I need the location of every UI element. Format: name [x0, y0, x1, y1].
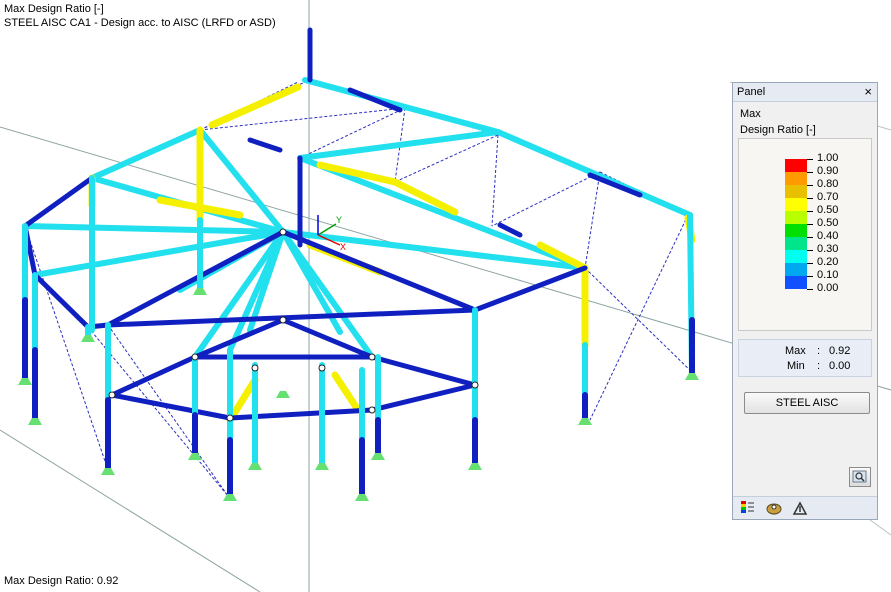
max-value: 0.92 [829, 345, 851, 357]
legend-tick [807, 185, 813, 186]
panel-title: Panel [737, 86, 766, 98]
steel-aisc-button[interactable]: STEEL AISC [744, 392, 870, 414]
legend-swatch [785, 159, 807, 172]
results-icon[interactable] [765, 500, 783, 516]
legend-value: 0.80 [817, 178, 839, 190]
legend-swatch [785, 211, 807, 224]
close-icon[interactable]: × [864, 84, 872, 99]
legend-swatch [785, 185, 807, 198]
legend-tick [807, 159, 813, 160]
legend-swatch [785, 250, 807, 263]
panel-label-design-ratio: Design Ratio [-] [740, 124, 816, 136]
control-panel[interactable]: Panel × Max Design Ratio [-] 1.00 0.90 0.8… [732, 82, 878, 520]
min-sep: : [817, 360, 821, 372]
legend-value: 0.50 [817, 204, 839, 216]
max-min-values: Max : 0.92 Min : 0.00 [738, 339, 872, 377]
legend-swatch [785, 276, 807, 289]
color-scale-icon[interactable] [739, 500, 757, 516]
legend-value: 0.50 [817, 217, 839, 229]
axis-y-label: Y [336, 215, 342, 225]
legend-tick [807, 289, 813, 290]
max-sep: : [817, 345, 821, 357]
legend-tick [807, 198, 813, 199]
settings-icon[interactable] [791, 500, 809, 516]
legend-value: 0.30 [817, 243, 839, 255]
legend-tick [807, 224, 813, 225]
axis-x-label: X [340, 242, 346, 252]
legend-value: 0.70 [817, 191, 839, 203]
magnifier-icon [852, 470, 867, 483]
color-legend: 1.00 0.90 0.80 0.70 0.50 0.50 0.40 0.30 0.20 0.10… [738, 138, 872, 331]
legend-tick [807, 276, 813, 277]
result-title: Max Design Ratio [-] [4, 3, 104, 15]
legend-tick [807, 211, 813, 212]
result-subtitle: STEEL AISC CA1 - Design acc. to AISC (LR… [4, 17, 276, 29]
legend-value: 0.20 [817, 256, 839, 268]
frame-members [22, 27, 696, 499]
legend-value: 0.40 [817, 230, 839, 242]
legend-tick [807, 250, 813, 251]
zoom-view-button[interactable] [849, 467, 871, 487]
legend-tick [807, 172, 813, 173]
legend-value: 0.00 [817, 282, 839, 294]
min-label: Min [787, 360, 805, 372]
legend-value: 0.10 [817, 269, 839, 281]
legend-swatch [785, 172, 807, 185]
max-ratio-footer: Max Design Ratio: 0.92 [4, 575, 119, 587]
panel-label-max: Max [740, 108, 761, 120]
panel-titlebar[interactable]: Panel × [733, 83, 877, 102]
legend-tick [807, 237, 813, 238]
legend-swatch [785, 263, 807, 276]
legend-swatch [785, 237, 807, 250]
legend-tick [807, 263, 813, 264]
legend-swatch [785, 224, 807, 237]
panel-tabs [733, 496, 877, 519]
legend-value: 1.00 [817, 152, 839, 164]
min-value: 0.00 [829, 360, 851, 372]
legend-swatch [785, 198, 807, 211]
legend-value: 0.90 [817, 165, 839, 177]
max-label: Max [785, 345, 806, 357]
